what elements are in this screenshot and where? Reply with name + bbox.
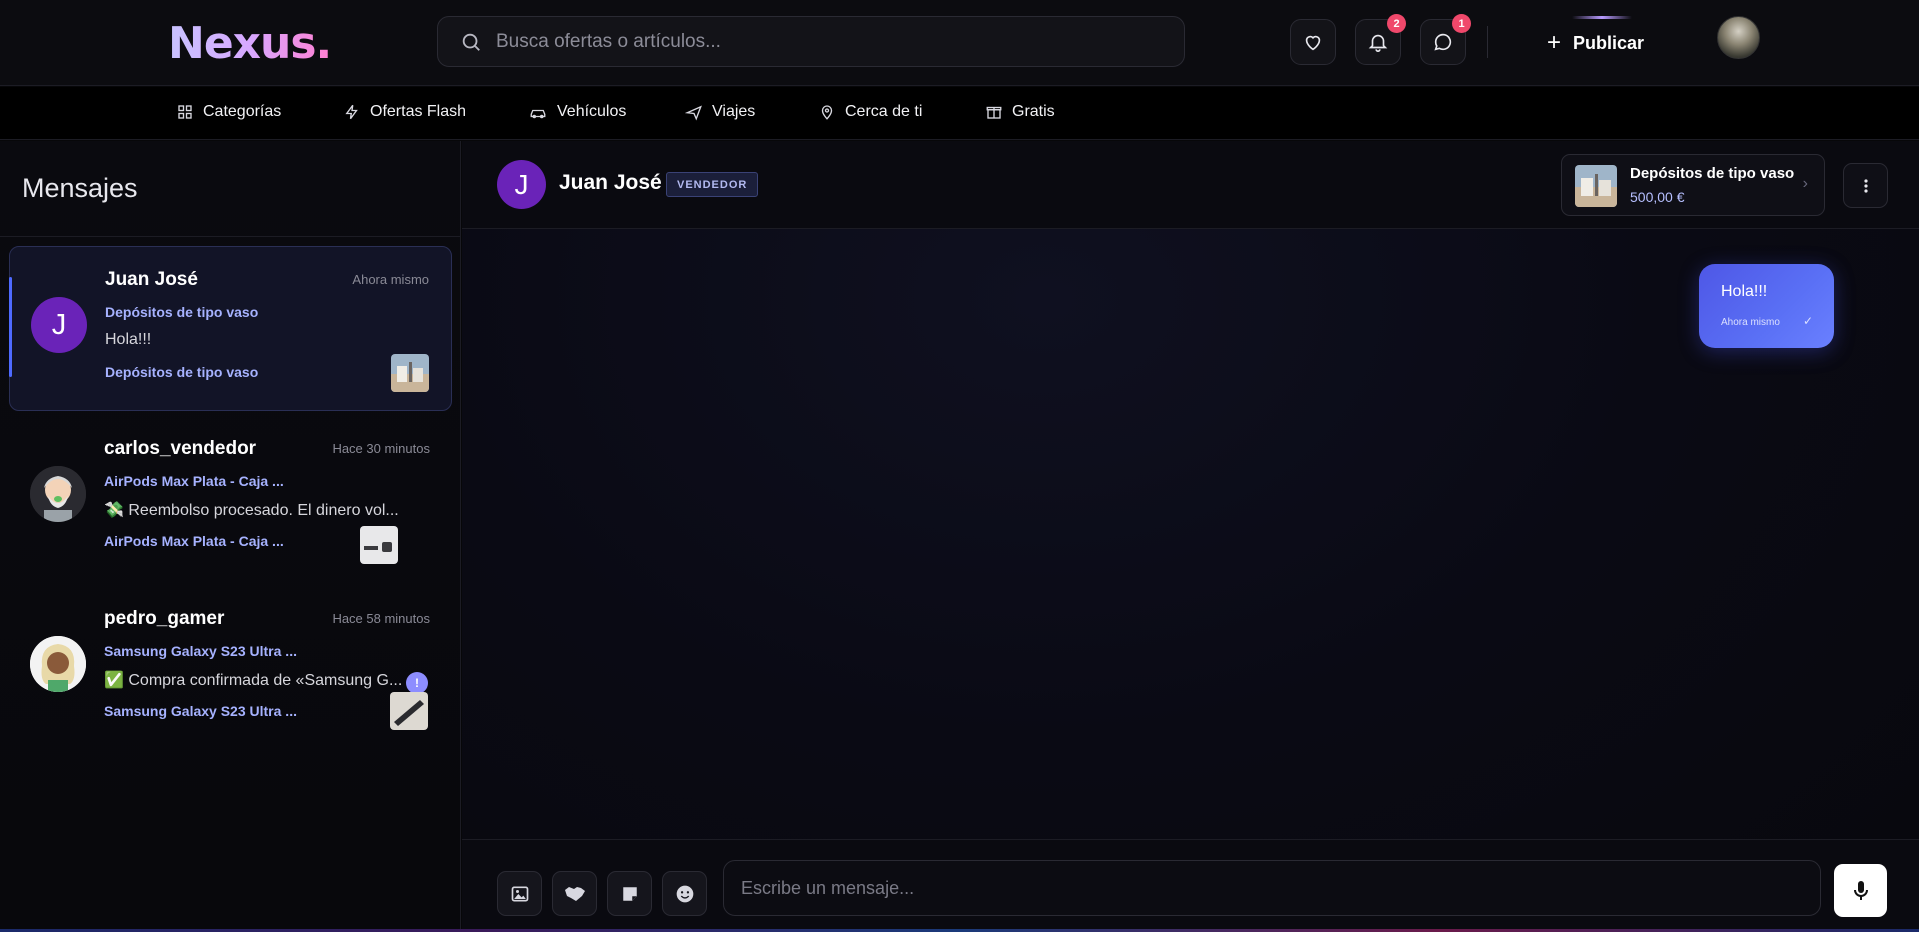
chat-bubble-icon [1434,33,1452,51]
conversation-name: pedro_gamer [104,608,225,629]
category-label: Categorías [203,103,282,120]
attach-image-button[interactable] [497,871,542,916]
conversation-name: Juan José [105,269,198,290]
conversation-last-message: Hola!!! [105,331,152,348]
product-card[interactable]: Depósitos de tipo vaso 500,00 € › [1561,154,1825,216]
conversation-product-footer: AirPods Max Plata - Caja ... [104,533,284,549]
product-thumbnail [390,692,428,730]
conversation-product: AirPods Max Plata - Caja ... [104,473,284,489]
handshake-icon [564,886,585,901]
product-thumbnail [360,526,398,564]
message-input[interactable] [723,860,1821,916]
favorites-button[interactable] [1290,19,1336,65]
header-divider [1487,26,1488,58]
emoji-button[interactable] [662,871,707,916]
sidebar-divider [0,236,461,237]
conversation-item[interactable]: carlos_vendedor Hace 30 minutos AirPods … [9,416,452,694]
category-item-ofertas-flash[interactable]: Ofertas Flash [343,103,466,121]
chat-header: J Juan José VENDEDOR Depósitos de tipo v… [462,141,1919,229]
conversation-product-footer: Samsung Galaxy S23 Ultra ... [104,703,297,719]
notifications-button[interactable]: 2 [1355,14,1406,65]
conversation-last-message: 💸 Reembolso procesado. El dinero vol... [104,502,399,519]
chat-avatar[interactable]: J [497,160,546,209]
grid-icon [178,105,192,119]
more-options-button[interactable] [1843,163,1888,208]
conversation-product-footer: Depósitos de tipo vaso [105,364,259,380]
message-bubble-outgoing[interactable]: Hola!!! Ahora mismo ✓ [1699,264,1834,348]
search-bar[interactable] [437,16,1185,67]
emoji-icon [676,885,693,902]
conversations-sidebar: Mensajes J Juan José Ahora mismo Depósit… [0,141,461,932]
app-logo[interactable]: Nexus. [168,18,332,69]
conversation-time: Hace 30 minutos [332,441,430,456]
category-label: Gratis [1012,103,1055,120]
conversation-item[interactable]: pedro_gamer Hace 58 minutos Samsung Gala… [9,586,452,751]
role-badge: VENDEDOR [666,172,759,197]
category-item-categorias[interactable]: Categorías [176,103,281,121]
publish-button[interactable]: + Publicar [1529,19,1662,65]
category-bar: Categorías Ofertas Flash Vehículos Viaje… [0,87,1919,140]
check-icon: ✓ [1803,314,1814,328]
message-composer [462,839,1919,932]
category-item-cerca-de-ti[interactable]: Cerca de ti [818,103,922,121]
category-item-vehiculos[interactable]: Vehículos [528,103,626,121]
conversation-name: carlos_vendedor [104,438,257,459]
voice-message-button[interactable] [1834,864,1887,917]
image-icon [511,886,528,901]
search-icon [462,33,480,51]
message-text: Hola!!! [1721,283,1768,300]
make-offer-button[interactable] [552,871,597,916]
category-label: Viajes [712,103,756,120]
map-pin-icon [821,105,833,120]
notifications-badge: 2 [1387,14,1406,33]
conversation-time: Hace 58 minutos [332,611,430,626]
product-price: 500,00 € [1630,189,1685,205]
product-thumbnail [1575,165,1617,207]
sticker-button[interactable] [607,871,652,916]
avatar [30,636,86,692]
conversation-last-message: ✅ Compra confirmada de «Samsung G... [104,672,403,689]
microphone-icon [1853,880,1868,900]
gift-icon [986,106,1002,119]
plane-icon [685,105,702,121]
lightning-icon [345,104,358,120]
avatar: J [31,297,87,353]
category-label: Ofertas Flash [370,103,467,120]
category-label: Vehículos [557,103,627,120]
car-icon [530,109,546,119]
more-vertical-icon [1863,178,1868,193]
category-label: Cerca de ti [845,103,923,120]
bell-icon [1368,34,1388,52]
message-time: Ahora mismo [1721,317,1780,328]
product-title: Depósitos de tipo vaso [1630,165,1795,182]
chevron-right-icon: › [1802,175,1808,192]
heart-icon [1305,35,1321,51]
product-thumbnail [391,354,429,392]
conversation-item[interactable]: J Juan José Ahora mismo Depósitos de tip… [9,246,452,411]
sidebar-title: Mensajes [22,173,138,203]
conversation-product: Samsung Galaxy S23 Ultra ... [104,643,297,659]
messages-button[interactable]: 1 [1420,14,1471,65]
sticker-icon [622,886,637,901]
user-avatar[interactable] [1717,16,1760,59]
avatar [30,466,86,522]
category-item-gratis[interactable]: Gratis [985,103,1055,121]
chat-contact-name[interactable]: Juan José [559,171,662,195]
publish-label: Publicar [1572,32,1645,53]
category-item-viajes[interactable]: Viajes [685,103,755,121]
conversation-product: Depósitos de tipo vaso [105,304,259,320]
chat-panel: J Juan José VENDEDOR Depósitos de tipo v… [462,141,1919,932]
conversation-time: Ahora mismo [352,272,429,287]
top-bar: Nexus. 2 1 + Publicar [0,0,1919,86]
search-input[interactable] [496,30,1156,53]
messages-badge: 1 [1452,14,1471,33]
plus-icon: + [1546,29,1561,56]
